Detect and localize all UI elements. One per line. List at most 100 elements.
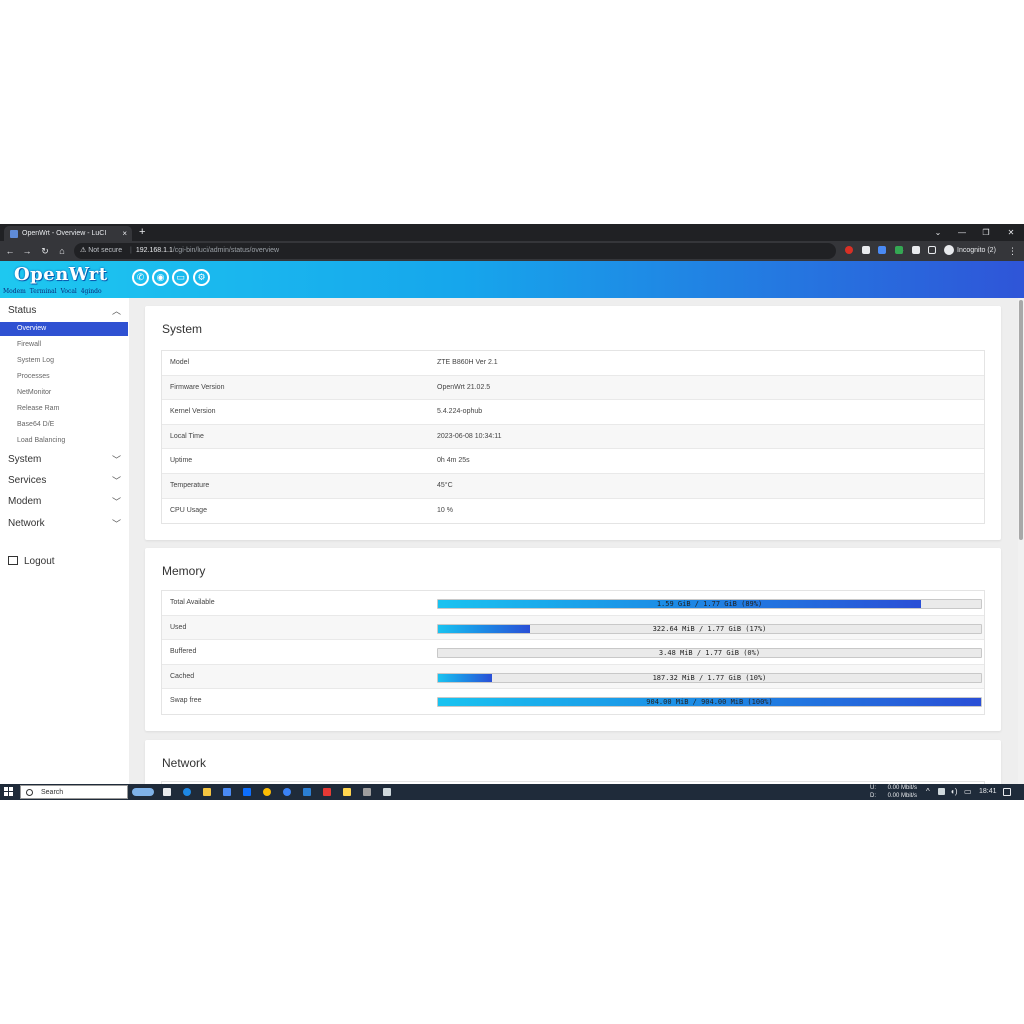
row-key: Kernel Version bbox=[170, 408, 216, 416]
memory-card-title: Memory bbox=[162, 564, 206, 578]
store-icon[interactable] bbox=[223, 788, 231, 796]
file-explorer-icon[interactable] bbox=[203, 788, 211, 796]
url-separator: | bbox=[130, 247, 132, 254]
translate-extension-icon[interactable] bbox=[878, 246, 886, 254]
sidebar-item-base64[interactable]: Base64 D/E bbox=[0, 418, 128, 432]
extension-icon[interactable] bbox=[862, 246, 870, 254]
sidebar-section-label: Modem bbox=[8, 496, 42, 507]
page-scrollbar[interactable] bbox=[1018, 298, 1024, 784]
app-red-icon[interactable] bbox=[323, 788, 331, 796]
row-value: 10 % bbox=[437, 506, 453, 514]
tray-chevron-icon[interactable]: ^ bbox=[926, 784, 930, 800]
sidebar-item-netmonitor[interactable]: NetMonitor bbox=[0, 386, 128, 400]
new-tab-button[interactable]: + bbox=[139, 225, 145, 240]
browser-tab-strip: OpenWrt - Overview - LuCI × + ⌄ — ❐ ✕ bbox=[0, 224, 1024, 241]
warning-icon: ⚠ bbox=[80, 247, 87, 254]
sidebar-item-load-balancing[interactable]: Load Balancing bbox=[0, 434, 128, 448]
net-down-prefix: D: bbox=[870, 793, 876, 799]
sidebar-section-system[interactable]: System ﹀ bbox=[8, 452, 123, 468]
restore-button[interactable]: ❐ bbox=[974, 224, 998, 241]
sidebar-section-network[interactable]: Network ﹀ bbox=[8, 516, 123, 532]
memory-progress-bar: 3.48 MiB / 1.77 GiB (0%) bbox=[437, 648, 982, 659]
sidebar: Status ︿ Overview Firewall System Log Pr… bbox=[0, 298, 129, 784]
progress-label: 3.48 MiB / 1.77 GiB (0%) bbox=[658, 649, 761, 658]
browser-app-icon[interactable] bbox=[283, 788, 291, 796]
memory-card: Memory Total Available 1.59 GiB / 1.77 G… bbox=[145, 548, 1001, 731]
chevron-down-icon: ﹀ bbox=[111, 497, 121, 507]
header-quick-links[interactable]: Modem Terminal Vocal 4gindo bbox=[3, 288, 102, 295]
adblock-extension-icon[interactable] bbox=[845, 246, 853, 254]
sidebar-section-modem[interactable]: Modem ﹀ bbox=[8, 494, 123, 510]
memory-progress-bar: 904.00 MiB / 904.00 MiB (100%) bbox=[437, 697, 982, 708]
row-key: Local Time bbox=[170, 432, 204, 440]
search-icon bbox=[26, 789, 33, 796]
address-bar[interactable]: ⚠ Not secure | 192.168.1.1/cgi-bin/luci/a… bbox=[74, 243, 904, 259]
row-value: 5.4.224-ophub bbox=[437, 408, 483, 416]
not-secure-label: Not secure bbox=[88, 247, 123, 254]
dolphin-widget-icon[interactable] bbox=[132, 788, 154, 796]
taskbar: Search U: 0.00 Mbit/s D: 0.00 Mbit/s ^ ◖… bbox=[0, 784, 1024, 800]
scrollbar-thumb[interactable] bbox=[1019, 300, 1023, 540]
sidebar-item-firewall[interactable]: Firewall bbox=[0, 338, 128, 352]
sidebar-item-system-log[interactable]: System Log bbox=[0, 354, 128, 368]
table-row: Total Available 1.59 GiB / 1.77 GiB (89%… bbox=[162, 591, 984, 616]
reload-icon[interactable]: ↻ bbox=[38, 243, 52, 259]
openwrt-favicon-icon bbox=[10, 230, 18, 238]
taskbar-clock[interactable]: 18:41 bbox=[979, 784, 997, 800]
network-icon[interactable]: ▭ bbox=[964, 784, 972, 800]
chevron-down-icon: ﹀ bbox=[111, 476, 121, 486]
sidebar-item-processes[interactable]: Processes bbox=[0, 370, 128, 384]
folder-icon[interactable]: ▭ bbox=[172, 269, 189, 286]
wifi-icon[interactable]: ◉ bbox=[152, 269, 169, 286]
mail-icon[interactable] bbox=[243, 788, 251, 796]
desktop-screen: OpenWrt - Overview - LuCI × + ⌄ — ❐ ✕ ← … bbox=[0, 224, 1024, 800]
row-key: CPU Usage bbox=[170, 506, 207, 514]
tray-app-icon[interactable] bbox=[938, 788, 945, 795]
row-value: OpenWrt 21.02.5 bbox=[437, 383, 491, 391]
system-card-title: System bbox=[162, 322, 203, 336]
volume-icon[interactable]: ◖) bbox=[950, 784, 958, 800]
notes-icon[interactable] bbox=[343, 788, 351, 796]
browser-tab[interactable]: OpenWrt - Overview - LuCI × bbox=[4, 226, 132, 241]
logout-link[interactable]: Logout bbox=[8, 555, 55, 569]
sidebar-section-label: Status bbox=[8, 305, 37, 316]
modem-icon[interactable]: ✆ bbox=[132, 269, 149, 286]
puzzle-extensions-icon[interactable] bbox=[912, 246, 920, 254]
back-arrow-icon[interactable]: ← bbox=[3, 243, 17, 259]
notification-icon[interactable] bbox=[1003, 788, 1011, 796]
color-extension-icon[interactable] bbox=[895, 246, 903, 254]
sidebar-section-services[interactable]: Services ﹀ bbox=[8, 473, 123, 489]
row-key: Swap free bbox=[170, 697, 202, 705]
main-content: System Model ZTE B860H Ver 2.1 Firmware V… bbox=[129, 298, 1018, 784]
forward-arrow-icon[interactable]: → bbox=[20, 243, 34, 259]
chevron-up-icon: ︿ bbox=[111, 306, 121, 316]
chrome-icon[interactable] bbox=[263, 788, 271, 796]
settings-gear-icon[interactable]: ⚙ bbox=[193, 269, 210, 286]
side-panel-icon[interactable] bbox=[928, 246, 936, 254]
home-icon[interactable]: ⌂ bbox=[55, 243, 69, 259]
terminal-icon[interactable] bbox=[383, 788, 391, 796]
sidebar-item-overview[interactable]: Overview bbox=[0, 322, 128, 336]
minimize-button[interactable]: — bbox=[950, 224, 974, 241]
page-header: OpenWrt Modem Terminal Vocal 4gindo ✆ ◉ … bbox=[0, 261, 1024, 298]
windows-start-icon[interactable] bbox=[4, 787, 14, 797]
row-value: ZTE B860H Ver 2.1 bbox=[437, 359, 498, 366]
tab-close-button[interactable]: × bbox=[122, 226, 127, 241]
tab-search-chevron-icon[interactable]: ⌄ bbox=[926, 224, 950, 241]
close-window-button[interactable]: ✕ bbox=[999, 224, 1023, 241]
network-card: Network bbox=[145, 740, 1001, 784]
vscode-icon[interactable] bbox=[303, 788, 311, 796]
incognito-indicator[interactable]: Incognito (2) bbox=[944, 243, 996, 259]
sidebar-section-status[interactable]: Status ︿ bbox=[8, 303, 123, 319]
sidebar-item-release-ram[interactable]: Release Ram bbox=[0, 402, 128, 416]
url-host: 192.168.1.1 bbox=[135, 247, 173, 254]
tool-icon[interactable] bbox=[363, 788, 371, 796]
task-view-icon[interactable] bbox=[163, 788, 171, 796]
browser-menu-icon[interactable]: ⋮ bbox=[1008, 243, 1017, 259]
taskbar-search-box[interactable]: Search bbox=[20, 785, 128, 799]
openwrt-logo[interactable]: OpenWrt bbox=[14, 264, 108, 285]
row-key: Cached bbox=[170, 672, 195, 680]
memory-table: Total Available 1.59 GiB / 1.77 GiB (89%… bbox=[161, 590, 985, 715]
row-key: Total Available bbox=[170, 599, 215, 606]
edge-icon[interactable] bbox=[183, 788, 191, 796]
